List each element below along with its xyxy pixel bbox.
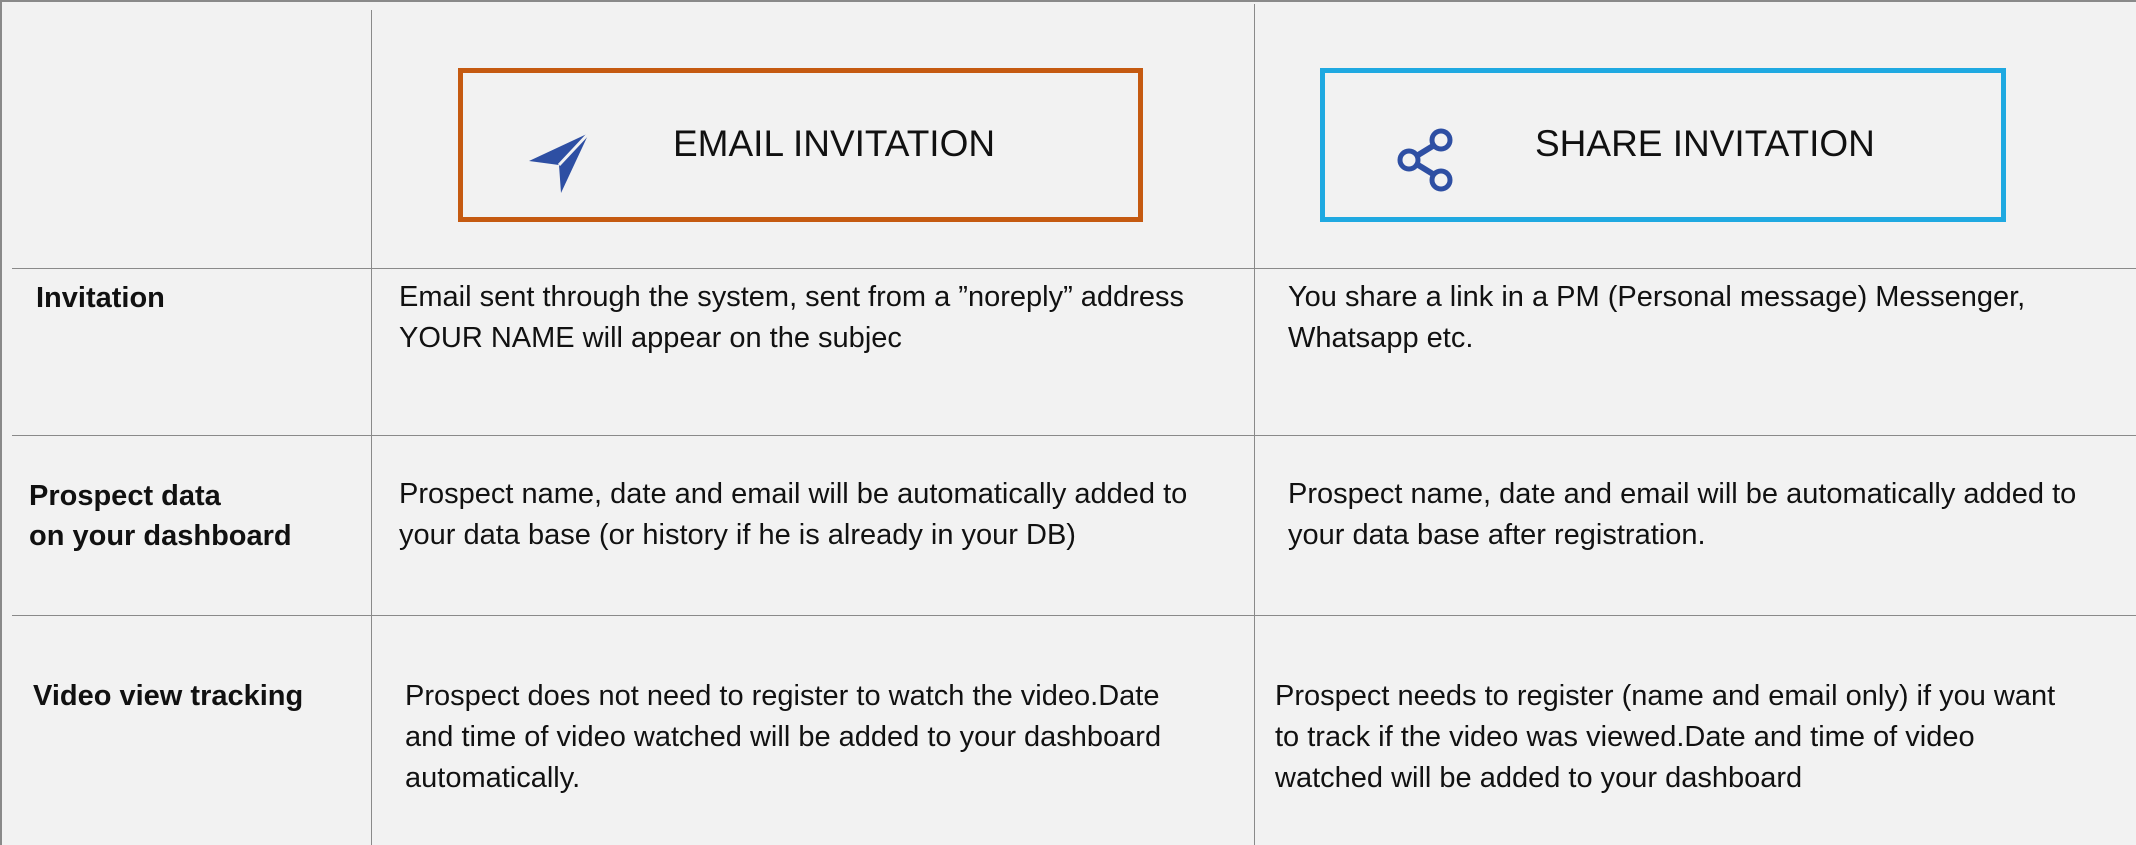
email-video-tracking-cell: Prospect does not need to register to wa… [405, 680, 1162, 794]
row-label-prospect-data: Prospect data on your dashboard [29, 476, 359, 556]
share-icon [1397, 128, 1453, 192]
share-invitation-label: SHARE INVITATION [1535, 123, 1875, 164]
row-divider-2 [12, 435, 2136, 436]
row-label-line: on your dashboard [29, 520, 292, 552]
row-divider-3 [12, 615, 2136, 616]
row-label-video-view-tracking: Video view tracking [33, 680, 304, 712]
row-label-invitation: Invitation [36, 282, 165, 314]
share-prospect-data-cell: Prospect name, date and email will be au… [1288, 478, 2077, 551]
column-divider-1 [371, 10, 372, 845]
email-prospect-data-cell: Prospect name, date and email will be au… [399, 478, 1188, 551]
email-invitation-header: EMAIL INVITATION [458, 68, 1143, 222]
email-invitation-label: EMAIL INVITATION [673, 123, 996, 164]
share-video-tracking-cell: Prospect needs to register (name and ema… [1275, 680, 2056, 794]
row-divider-1 [12, 268, 2136, 269]
share-invitation-cell: You share a link in a PM (Personal messa… [1288, 281, 2026, 354]
paper-plane-icon [529, 131, 591, 193]
share-invitation-header: SHARE INVITATION [1320, 68, 2006, 222]
email-invitation-cell: Email sent through the system, sent from… [399, 281, 1184, 354]
column-divider-2 [1254, 4, 1255, 845]
row-label-line: Prospect data [29, 480, 221, 512]
